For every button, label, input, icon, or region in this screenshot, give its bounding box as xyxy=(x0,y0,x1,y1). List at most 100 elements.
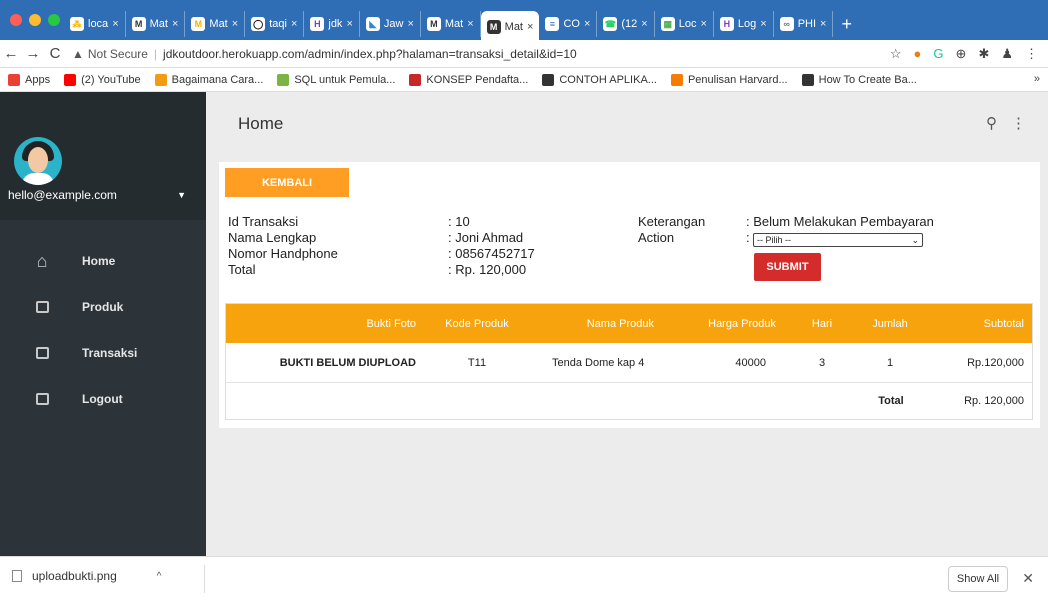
tab-favicon-icon: M xyxy=(486,20,501,34)
bookmark-item[interactable]: CONTOH APLIKA... xyxy=(542,73,657,86)
chevron-up-icon[interactable]: ^ xyxy=(157,571,162,582)
tab-close-icon[interactable]: × xyxy=(641,18,647,30)
submit-button[interactable]: SUBMIT xyxy=(754,253,821,281)
tab-close-icon[interactable]: × xyxy=(346,18,352,30)
transaction-card: KEMBALI Id Transaksi Nama Lengkap Nomor Ha… xyxy=(219,162,1040,428)
bookmark-label: Penulisan Harvard... xyxy=(687,73,788,86)
browser-tab[interactable]: ☎ (12 × xyxy=(597,11,655,37)
tab-close-icon[interactable]: × xyxy=(760,18,766,30)
tab-close-icon[interactable]: × xyxy=(700,18,706,30)
star-icon[interactable]: ☆ xyxy=(890,46,902,62)
tab-favicon-icon: H xyxy=(310,17,325,31)
browser-tab[interactable]: ◯ taqi × xyxy=(245,11,305,37)
menu-dots-icon[interactable]: ⋮ xyxy=(1025,46,1038,62)
table-cell: 40000 xyxy=(735,356,766,369)
window-controls xyxy=(10,14,60,26)
tab-close-icon[interactable]: × xyxy=(172,18,178,30)
profile-icon[interactable]: ♟ xyxy=(1001,46,1013,62)
close-window-button[interactable] xyxy=(10,14,22,26)
column-header: Jumlah xyxy=(872,317,908,330)
browser-tab[interactable]: ◣ Jaw × xyxy=(360,11,421,37)
tab-close-icon[interactable]: × xyxy=(820,18,826,30)
download-file-name: uploadbukti.png xyxy=(32,569,117,583)
tab-close-icon[interactable]: × xyxy=(407,18,413,30)
url-field[interactable]: ▲ Not Secure | jdkoutdoor.herokuapp.com/… xyxy=(72,47,890,61)
table-cell: T11 xyxy=(467,356,487,369)
more-vert-icon[interactable]: ⋮ xyxy=(1011,114,1026,132)
tab-close-icon[interactable]: × xyxy=(112,18,118,30)
show-all-button[interactable]: Show All xyxy=(948,566,1008,592)
tab-favicon-icon: ☎ xyxy=(603,17,618,31)
sidebar-item-home[interactable]: ⌂ Home xyxy=(0,238,206,284)
table-cell: Rp.120,000 xyxy=(967,356,1024,369)
tab-favicon-icon: ◣ xyxy=(365,17,380,31)
browser-tab[interactable]: ∞ PHI × xyxy=(774,11,834,37)
maximize-window-button[interactable] xyxy=(48,14,60,26)
grammarly-icon[interactable]: G xyxy=(933,46,943,61)
tab-favicon-icon: M xyxy=(191,17,206,31)
tab-favicon-icon: M xyxy=(131,17,146,31)
reload-icon[interactable]: C xyxy=(44,45,66,62)
sidebar-item-logout[interactable]: Logout xyxy=(0,376,206,422)
bookmark-item[interactable]: (2) YouTube xyxy=(64,73,141,86)
browser-tab[interactable]: ▦ Loc × xyxy=(655,11,714,37)
globe-icon[interactable]: ⊕ xyxy=(956,46,967,62)
column-header: Nama Produk xyxy=(586,317,654,330)
page-header: Home ⚲ ⋮ xyxy=(206,92,1048,156)
bookmark-item[interactable]: Bagaimana Cara... xyxy=(154,73,264,86)
sidebar-item-transaksi[interactable]: Transaksi xyxy=(0,330,206,376)
bookmark-item[interactable]: SQL untuk Pemula... xyxy=(277,73,395,86)
tab-close-icon[interactable]: × xyxy=(584,18,590,30)
file-icon xyxy=(12,570,22,582)
bookmark-label: Bagaimana Cara... xyxy=(171,73,264,86)
caret-down-icon[interactable]: ▼ xyxy=(177,190,186,200)
action-select[interactable]: -- Pilih -- ⌄ xyxy=(753,233,923,247)
bookmark-item[interactable]: KONSEP Pendafta... xyxy=(409,73,528,86)
browser-tab[interactable]: M Mat × xyxy=(126,11,186,37)
bookmark-label: How To Create Ba... xyxy=(818,73,917,86)
tab-favicon-icon: H xyxy=(719,17,734,31)
user-email: hello@example.com xyxy=(8,188,117,202)
browser-tab[interactable]: H Log × xyxy=(714,11,774,37)
browser-tab[interactable]: M Mat × xyxy=(480,11,540,43)
bookmark-item[interactable]: How To Create Ba... xyxy=(801,73,917,86)
new-tab-icon[interactable]: + xyxy=(833,14,860,35)
tab-label: Mat xyxy=(209,18,228,30)
info-value: : 10 xyxy=(448,214,470,229)
tab-label: taqi xyxy=(269,18,287,30)
tab-label: PHI xyxy=(797,18,817,30)
tab-close-icon[interactable]: × xyxy=(527,21,533,33)
column-header: Kode Produk xyxy=(445,317,509,330)
tab-close-icon[interactable]: × xyxy=(467,18,473,30)
bookmarks-bar: Apps (2) YouTube Bagaimana Cara... SQL untu… xyxy=(0,68,1048,92)
bookmark-item[interactable]: Penulisan Harvard... xyxy=(670,73,788,86)
tab-label: Jaw xyxy=(383,18,404,30)
forward-arrow-icon[interactable]: → xyxy=(22,45,44,62)
puzzle-icon[interactable]: ✱ xyxy=(978,46,989,62)
close-icon[interactable]: ✕ xyxy=(1022,570,1034,587)
address-bar: ← → C ▲ Not Secure | jdkoutdoor.herokuap… xyxy=(0,40,1048,68)
browser-tab[interactable]: ⁂ loca × xyxy=(64,11,126,37)
sidebar-item-produk[interactable]: Produk xyxy=(0,284,206,330)
bookmark-item[interactable]: Apps xyxy=(8,73,50,86)
tab-close-icon[interactable]: × xyxy=(232,18,238,30)
extension-icon[interactable]: ● xyxy=(914,46,922,61)
info-label: Total xyxy=(228,262,256,277)
total-label: Total xyxy=(878,395,904,407)
download-item[interactable]: uploadbukti.png ^ xyxy=(12,569,161,583)
tab-list: ⁂ loca × M Mat × M Mat × ◯ taqi × Hjdk × ◣ Jaw × M Mat × M Ma… xyxy=(64,8,1028,43)
info-labels-left: Id Transaksi Nama Lengkap Nomor Handphone T… xyxy=(228,214,338,278)
browser-tab[interactable]: ≡ CO × xyxy=(539,11,598,37)
tab-close-icon[interactable]: × xyxy=(291,18,297,30)
tab-favicon-icon: ≡ xyxy=(545,17,560,31)
back-arrow-icon[interactable]: ← xyxy=(0,45,22,62)
back-button[interactable]: KEMBALI xyxy=(225,168,349,197)
browser-tab[interactable]: M Mat × xyxy=(421,11,481,37)
sidebar: hello@example.com ▼ ⌂ Home Produk Transaksi… xyxy=(0,92,206,556)
bookmarks-more-icon[interactable]: » xyxy=(1034,73,1040,85)
search-icon[interactable]: ⚲ xyxy=(986,114,997,132)
browser-tab[interactable]: M Mat × xyxy=(185,11,246,37)
info-value: : Rp. 120,000 xyxy=(448,262,527,277)
browser-tab[interactable]: Hjdk × xyxy=(304,11,360,37)
minimize-window-button[interactable] xyxy=(29,14,41,26)
